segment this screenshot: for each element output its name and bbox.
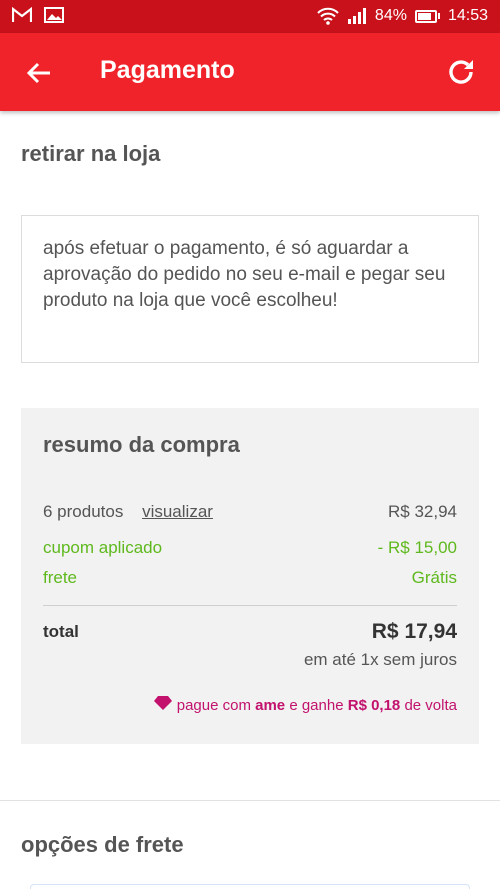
installments-text: em até 1x sem juros — [303, 650, 457, 669]
pickup-info-text: após efetuar o pagamento, é só aguardar … — [43, 238, 446, 311]
products-row: 6 produtos visualizar R$ 32,94 — [43, 502, 457, 522]
section-separator — [0, 800, 500, 801]
back-arrow-icon[interactable] — [24, 58, 54, 88]
total-label: total — [43, 622, 79, 641]
refresh-icon[interactable] — [444, 55, 478, 89]
products-label: 6 produtos — [43, 502, 124, 521]
ame-prefix: pague com — [176, 696, 251, 714]
ame-brand: ame — [255, 696, 286, 714]
pickup-title: retirar na loja — [21, 141, 161, 166]
purchase-summary: resumo da compra 6 produtos visualizar R… — [21, 408, 479, 744]
image-icon — [44, 7, 64, 23]
gmail-icon — [12, 7, 32, 23]
ame-cashback: R$ 0,18 — [347, 696, 401, 714]
clock: 14:53 — [447, 7, 488, 24]
ame-middle: e ganhe — [289, 696, 344, 714]
page-title: Pagamento — [100, 56, 235, 84]
ame-suffix: de volta — [404, 696, 457, 714]
shipping-value: Grátis — [411, 568, 457, 587]
summary-title: resumo da compra — [43, 432, 240, 457]
view-products-link[interactable]: visualizar — [142, 502, 213, 521]
coupon-row: cupom aplicado - R$ 15,00 — [43, 538, 457, 558]
coupon-value: - R$ 15,00 — [377, 538, 457, 557]
products-value: R$ 32,94 — [388, 502, 457, 521]
shipping-label: frete — [43, 568, 78, 587]
signal-icon — [347, 8, 367, 24]
app-bar: Pagamento — [0, 33, 500, 111]
shipping-option-card[interactable] — [30, 884, 470, 889]
coupon-label: cupom aplicado — [43, 538, 163, 557]
diamond-icon — [153, 696, 172, 714]
status-bar: 84% 14:53 — [0, 0, 500, 33]
shipping-row: frete Grátis — [43, 568, 457, 588]
summary-divider — [43, 605, 457, 606]
shipping-options-title: opções de frete — [21, 832, 184, 857]
total-value: R$ 17,94 — [371, 620, 457, 643]
pickup-info-box: após efetuar o pagamento, é só aguardar … — [21, 215, 479, 363]
wifi-icon — [317, 7, 339, 25]
battery-percent: 84% — [374, 7, 407, 24]
ame-cashback-promo: pague com ame e ganhe R$ 0,18 de volta — [153, 696, 457, 714]
battery-icon — [414, 9, 440, 23]
